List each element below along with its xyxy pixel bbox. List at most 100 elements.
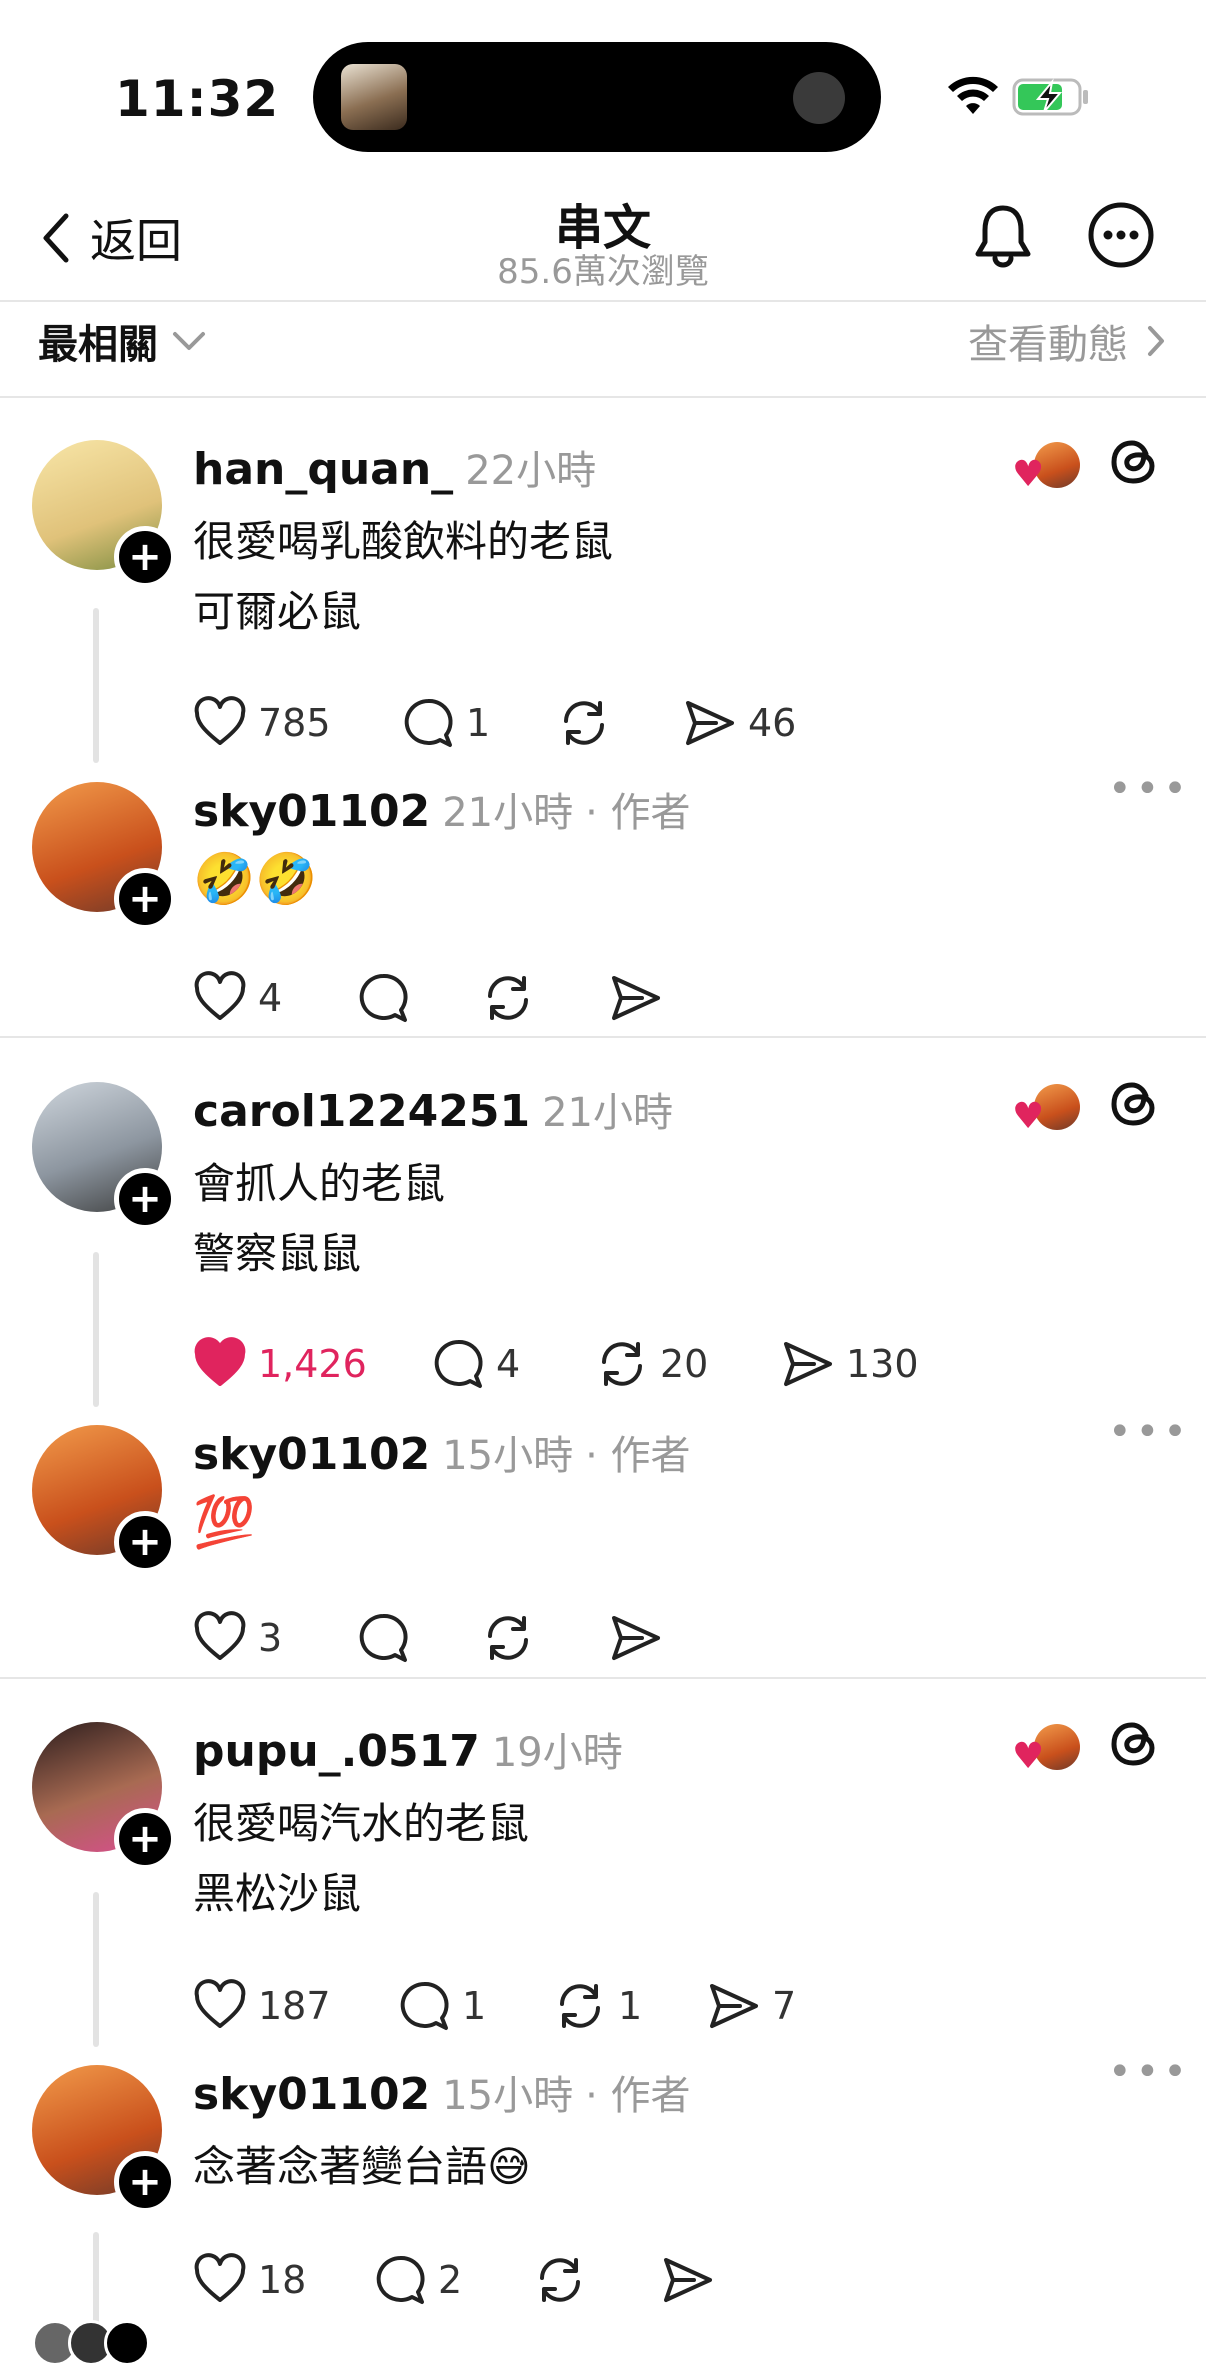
follow-plus-button[interactable]: +: [114, 1168, 176, 1230]
heart-icon: [194, 2253, 246, 2302]
repost-button[interactable]: [556, 695, 622, 751]
post-text-line: 可爾必鼠: [193, 587, 362, 636]
share-icon: [612, 1616, 660, 1660]
post-header: sky01102 15小時 · 作者: [193, 2063, 691, 2121]
repost-icon: [540, 2258, 580, 2302]
post-time: 15小時: [442, 1433, 574, 1479]
post-text-line: 警察鼠鼠: [193, 1229, 362, 1278]
dynamic-island[interactable]: [313, 42, 881, 152]
share-button[interactable]: 130: [780, 1336, 919, 1392]
like-button[interactable]: 18: [192, 2252, 306, 2308]
thread-line: [93, 1892, 99, 2047]
shares-count: 46: [748, 701, 797, 745]
repost-icon: [602, 1342, 642, 1386]
like-button[interactable]: 4: [192, 970, 282, 1026]
follow-plus-button[interactable]: +: [114, 1511, 176, 1573]
heart-icon: [194, 696, 246, 745]
activity-label: 查看動態: [968, 322, 1128, 368]
camera-icon: [793, 72, 845, 124]
reply-button[interactable]: 1: [400, 695, 490, 751]
likes-count: 785: [258, 701, 331, 745]
reply-button[interactable]: 1: [396, 1978, 486, 2034]
author-tag: · 作者: [585, 2073, 691, 2119]
reply-button[interactable]: [355, 970, 421, 1026]
author-tag: · 作者: [585, 1433, 691, 1479]
username[interactable]: carol1224251: [193, 1086, 530, 1137]
share-button[interactable]: 7: [706, 1978, 796, 2034]
share-button[interactable]: [660, 2252, 726, 2308]
post-header: carol1224251 21小時: [193, 1080, 673, 1138]
share-button[interactable]: 46: [682, 695, 796, 751]
post-text-line: 💯: [193, 1493, 256, 1551]
reply-button[interactable]: [355, 1610, 421, 1666]
reposts-count: 1: [618, 1984, 643, 2028]
post-text-line: 會抓人的老鼠: [193, 1159, 446, 1208]
likes-count: 18: [258, 2258, 307, 2302]
post-header: han_quan_ 22小時: [193, 438, 596, 496]
post-divider: [0, 1036, 1206, 1038]
now-playing-thumbnail[interactable]: [341, 64, 407, 130]
repost-button[interactable]: [532, 2252, 598, 2308]
post-more-button[interactable]: •••: [1108, 766, 1191, 812]
threads-logo-icon[interactable]: [1106, 1716, 1162, 1772]
post-time: 15小時: [442, 2073, 574, 2119]
heart-icon: [194, 1979, 246, 2028]
post-header: sky01102 15小時 · 作者: [193, 1423, 691, 1481]
repost-icon: [560, 1984, 600, 2028]
wifi-icon: [948, 76, 998, 114]
username[interactable]: han_quan_: [193, 444, 453, 495]
header-divider: [0, 300, 1206, 302]
bell-icon[interactable]: [968, 200, 1038, 270]
username[interactable]: sky01102: [193, 2069, 430, 2120]
follow-plus-button[interactable]: +: [114, 868, 176, 930]
follow-plus-button[interactable]: +: [114, 526, 176, 588]
chevron-right-icon: [1148, 326, 1164, 356]
share-button[interactable]: [608, 970, 674, 1026]
post-divider: [0, 1677, 1206, 1679]
comment-icon: [359, 973, 408, 1022]
reply-button[interactable]: 2: [372, 2252, 462, 2308]
post-time: 21小時: [542, 1090, 673, 1136]
follow-plus-button[interactable]: +: [114, 1808, 176, 1870]
post-time: 21小時: [442, 790, 574, 836]
like-button[interactable]: 785: [192, 695, 331, 751]
sort-dropdown[interactable]: 最相關: [38, 312, 206, 370]
like-button[interactable]: 187: [192, 1978, 331, 2034]
repost-icon: [564, 701, 604, 745]
share-icon: [784, 1342, 832, 1386]
post-more-button[interactable]: •••: [1108, 2049, 1191, 2095]
repost-button[interactable]: [480, 970, 546, 1026]
reply-button[interactable]: 4: [430, 1336, 520, 1392]
repost-button[interactable]: [480, 1610, 546, 1666]
share-button[interactable]: [608, 1610, 674, 1666]
heart-filled-icon: [194, 1337, 246, 1386]
replies-count: 1: [466, 701, 491, 745]
likes-count: 1,426: [258, 1342, 367, 1386]
post-text-line: 很愛喝乳酸飲料的老鼠: [193, 517, 614, 566]
threads-logo-icon[interactable]: [1106, 1076, 1162, 1132]
share-icon: [664, 2258, 712, 2302]
comment-icon: [359, 1613, 408, 1662]
sort-label: 最相關: [38, 322, 158, 368]
shares-count: 7: [772, 1984, 797, 2028]
likes-count: 4: [258, 976, 283, 1020]
like-button[interactable]: 1,426: [192, 1336, 367, 1392]
replies-count: 1: [462, 1984, 487, 2028]
username[interactable]: sky01102: [193, 1429, 430, 1480]
username[interactable]: sky01102: [193, 786, 430, 837]
username[interactable]: pupu_.0517: [193, 1726, 480, 1777]
repost-button[interactable]: 20: [594, 1336, 708, 1392]
threads-logo-icon[interactable]: [1106, 434, 1162, 490]
like-button[interactable]: 3: [192, 1610, 282, 1666]
repost-button[interactable]: 1: [552, 1978, 642, 2034]
sort-divider: [0, 396, 1206, 398]
post-more-button[interactable]: •••: [1108, 1409, 1191, 1455]
view-activity-link[interactable]: 查看動態: [968, 312, 1166, 370]
post-text-line: 黑松沙鼠: [193, 1869, 362, 1918]
author-liked-indicator: ♥: [1012, 1084, 1082, 1140]
author-tag: · 作者: [585, 790, 691, 836]
more-options-icon[interactable]: [1086, 200, 1156, 270]
follow-plus-button[interactable]: +: [114, 2151, 176, 2213]
liked-heart-icon: ♥: [1012, 1736, 1045, 1777]
more-replies-avatars[interactable]: [32, 2320, 162, 2366]
